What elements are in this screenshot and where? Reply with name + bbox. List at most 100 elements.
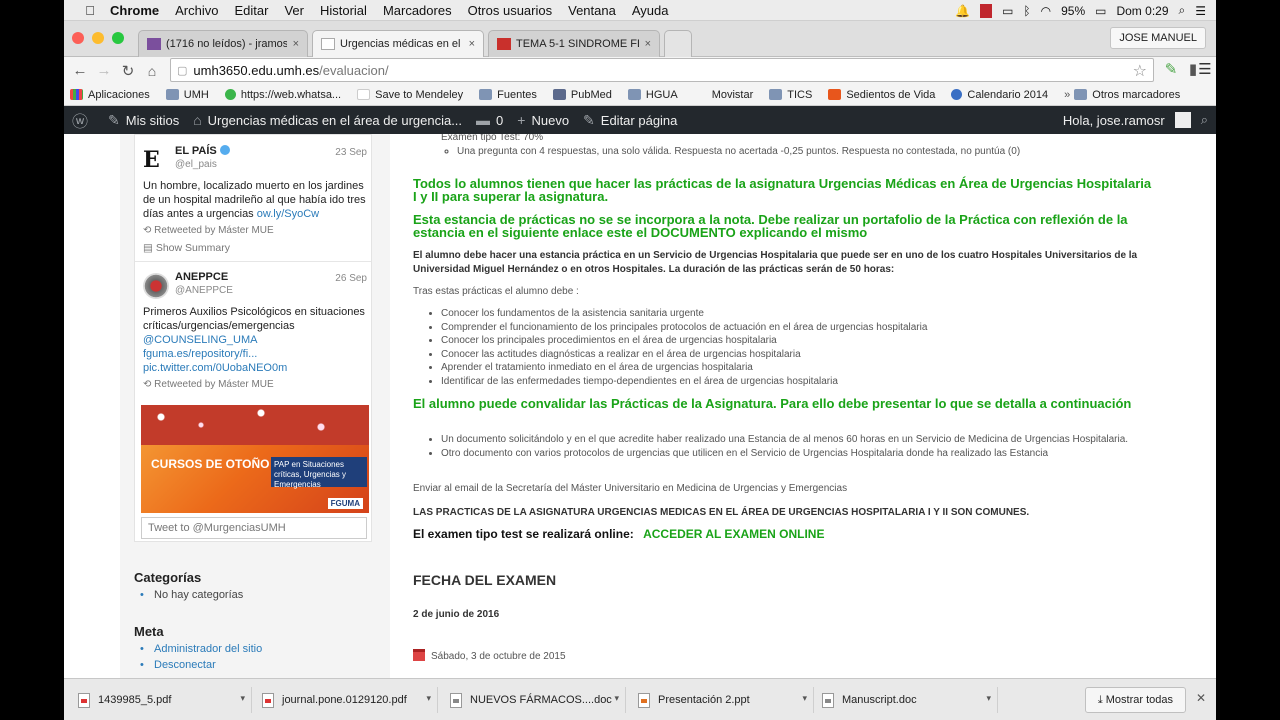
menu-historial[interactable]: Historial	[320, 3, 367, 18]
close-window-button[interactable]	[72, 32, 84, 44]
download-item[interactable]: 1439985_5.pdf ▾	[74, 687, 252, 713]
bookmark-pubmed[interactable]: PubMed	[552, 89, 612, 101]
chevron-down-icon[interactable]: ▾	[802, 693, 807, 704]
apple-icon[interactable]: 	[82, 3, 98, 18]
address-bar[interactable]: ▢ umh3650.edu.umh.es/evaluacion/ ☆	[170, 58, 1154, 82]
list-item: Aprender el tratamiento inmediato en el …	[441, 361, 1153, 375]
tweet-author[interactable]: ANEPPCE	[175, 271, 228, 283]
divider	[135, 261, 371, 262]
avatar[interactable]	[1174, 112, 1191, 128]
wordpress-logo-icon[interactable]: ⓦ	[72, 108, 94, 132]
bookmark-sedientos[interactable]: Sedientos de Vida	[828, 89, 935, 101]
tweet-handle[interactable]: @el_pais	[175, 159, 217, 170]
meta-link-logout[interactable]: Desconectar	[134, 659, 374, 671]
close-tab-icon[interactable]: ×	[293, 38, 299, 50]
bookmark-umh[interactable]: UMH	[165, 89, 209, 101]
show-summary-link[interactable]: ▤ Show Summary	[143, 242, 367, 254]
page-icon	[694, 89, 707, 100]
menu-archivo[interactable]: Archivo	[175, 3, 218, 18]
tweet-author[interactable]: EL PAÍS	[175, 145, 230, 157]
bookmark-apps[interactable]: Aplicaciones	[70, 89, 150, 101]
extension-evernote-icon[interactable]: ✎	[1162, 60, 1180, 80]
bookmark-hgua[interactable]: HGUA	[627, 89, 678, 101]
wifi-icon[interactable]: ◠	[1041, 4, 1051, 18]
chevron-down-icon[interactable]: ▾	[614, 693, 619, 704]
pdf-file-icon	[78, 692, 90, 708]
chrome-menu-icon[interactable]: ☰	[1196, 60, 1214, 80]
tweet-link[interactable]: ow.ly/SyoCw	[257, 208, 319, 220]
aneppce-avatar[interactable]	[143, 273, 169, 299]
clock[interactable]: Dom 0:29	[1116, 4, 1168, 18]
wp-greeting[interactable]: Hola, jose.ramosr	[1063, 113, 1165, 128]
download-item[interactable]: Manuscript.doc ▾	[818, 687, 998, 713]
download-item[interactable]: NUEVOS FÁRMACOS....doc ▾	[446, 687, 626, 713]
reload-icon[interactable]: ↻	[116, 62, 140, 80]
bookmark-movistar[interactable]: Movistar	[694, 89, 754, 101]
el-pais-logo-icon[interactable]: E	[143, 147, 169, 173]
notification-icon[interactable]: 🔔	[955, 4, 970, 18]
tab-gmail[interactable]: (1716 no leídos) - jramosr ×	[138, 30, 308, 57]
menu-ventana[interactable]: Ventana	[568, 3, 616, 18]
menu-ayuda[interactable]: Ayuda	[632, 3, 669, 18]
home-icon[interactable]: ⌂	[140, 63, 164, 79]
wp-my-sites[interactable]: ✎ Mis sitios	[108, 112, 179, 129]
tab-tema[interactable]: TEMA 5-1 SINDROME FEB ×	[488, 30, 660, 57]
folder-icon	[165, 89, 179, 100]
download-item[interactable]: Presentación 2.ppt ▾	[634, 687, 814, 713]
profile-button[interactable]: JOSE MANUEL	[1110, 27, 1206, 49]
close-tab-icon[interactable]: ×	[469, 38, 475, 50]
bookmark-calendario[interactable]: Calendario 2014	[951, 89, 1048, 101]
minimize-window-button[interactable]	[92, 32, 104, 44]
download-item[interactable]: journal.pone.0129120.pdf ▾	[258, 687, 438, 713]
battery-icon[interactable]: ▭	[1095, 4, 1106, 18]
new-tab-button[interactable]	[664, 30, 692, 57]
tweet-pic-link[interactable]: pic.twitter.com/0UobaNEO0m	[143, 362, 287, 374]
convalidation-list: Un documento solicitándolo y en el que a…	[413, 433, 1153, 460]
tab-urgencias[interactable]: Urgencias médicas en el á ×	[312, 30, 484, 57]
wp-comments[interactable]: ▬ 0	[476, 112, 503, 128]
back-arrow-icon[interactable]: ←	[68, 62, 92, 79]
bookmark-mendeley[interactable]: Save to Mendeley	[357, 89, 463, 101]
zoom-window-button[interactable]	[112, 32, 124, 44]
menu-marcadores[interactable]: Marcadores	[383, 3, 452, 18]
menu-otros-usuarios[interactable]: Otros usuarios	[468, 3, 553, 18]
bookmark-whatsapp[interactable]: https://web.whatsa...	[224, 89, 341, 101]
categories-empty: No hay categorías	[134, 589, 374, 601]
tweet-date[interactable]: 23 Sep	[335, 147, 367, 158]
bookmark-fuentes[interactable]: Fuentes	[479, 89, 537, 101]
menu-app[interactable]: Chrome	[110, 3, 159, 18]
exam-online-link[interactable]: ACCEDER AL EXAMEN ONLINE	[643, 527, 824, 541]
app-status-icon[interactable]	[980, 3, 993, 18]
close-tab-icon[interactable]: ×	[645, 38, 651, 50]
tweet-date[interactable]: 26 Sep	[335, 273, 367, 284]
pencil-icon: ✎	[583, 111, 595, 128]
meta-link-admin[interactable]: Administrador del sitio	[134, 643, 374, 655]
show-all-downloads-button[interactable]: ⤓ Mostrar todas	[1084, 687, 1186, 713]
spotlight-search-icon[interactable]: ⌕	[1179, 3, 1186, 18]
tweet-mention[interactable]: @COUNSELING_UMA	[143, 334, 257, 346]
bookmark-star-icon[interactable]: ☆	[1133, 61, 1147, 81]
tweet-compose-input[interactable]: Tweet to @MurgenciasUMH	[141, 517, 367, 539]
menu-ver[interactable]: Ver	[284, 3, 304, 18]
bluetooth-icon[interactable]: ᛒ	[1023, 4, 1030, 18]
page-info-icon[interactable]: ▢	[177, 64, 187, 77]
home-icon: ⌂	[193, 112, 202, 128]
menu-editar[interactable]: Editar	[234, 3, 268, 18]
bookmarks-overflow-icon[interactable]: »	[1064, 89, 1070, 101]
notification-center-icon[interactable]: ☰	[1195, 4, 1206, 18]
forward-arrow-icon[interactable]: →	[92, 62, 116, 79]
close-downloads-icon[interactable]: ✕	[1196, 691, 1206, 705]
tweet-image[interactable]: CURSOS DE OTOÑO PAP en Situaciones críti…	[141, 405, 369, 513]
search-icon[interactable]: ⌕	[1201, 112, 1208, 128]
chevron-down-icon[interactable]: ▾	[426, 693, 431, 704]
wp-site-name[interactable]: ⌂ Urgencias médicas en el área de urgenci…	[193, 112, 462, 128]
wp-edit-page[interactable]: ✎ Editar página	[583, 112, 677, 129]
wp-new[interactable]: + Nuevo	[517, 112, 569, 128]
chevron-down-icon[interactable]: ▾	[986, 693, 991, 704]
airplay-icon[interactable]: ▭	[1002, 4, 1013, 18]
tweet-link[interactable]: fguma.es/repository/fi...	[143, 348, 257, 360]
tweet-handle[interactable]: @ANEPPCE	[175, 285, 233, 296]
chevron-down-icon[interactable]: ▾	[240, 693, 245, 704]
bookmark-tics[interactable]: TICS	[769, 89, 812, 101]
bookmark-otros[interactable]: Otros marcadores	[1074, 89, 1180, 101]
